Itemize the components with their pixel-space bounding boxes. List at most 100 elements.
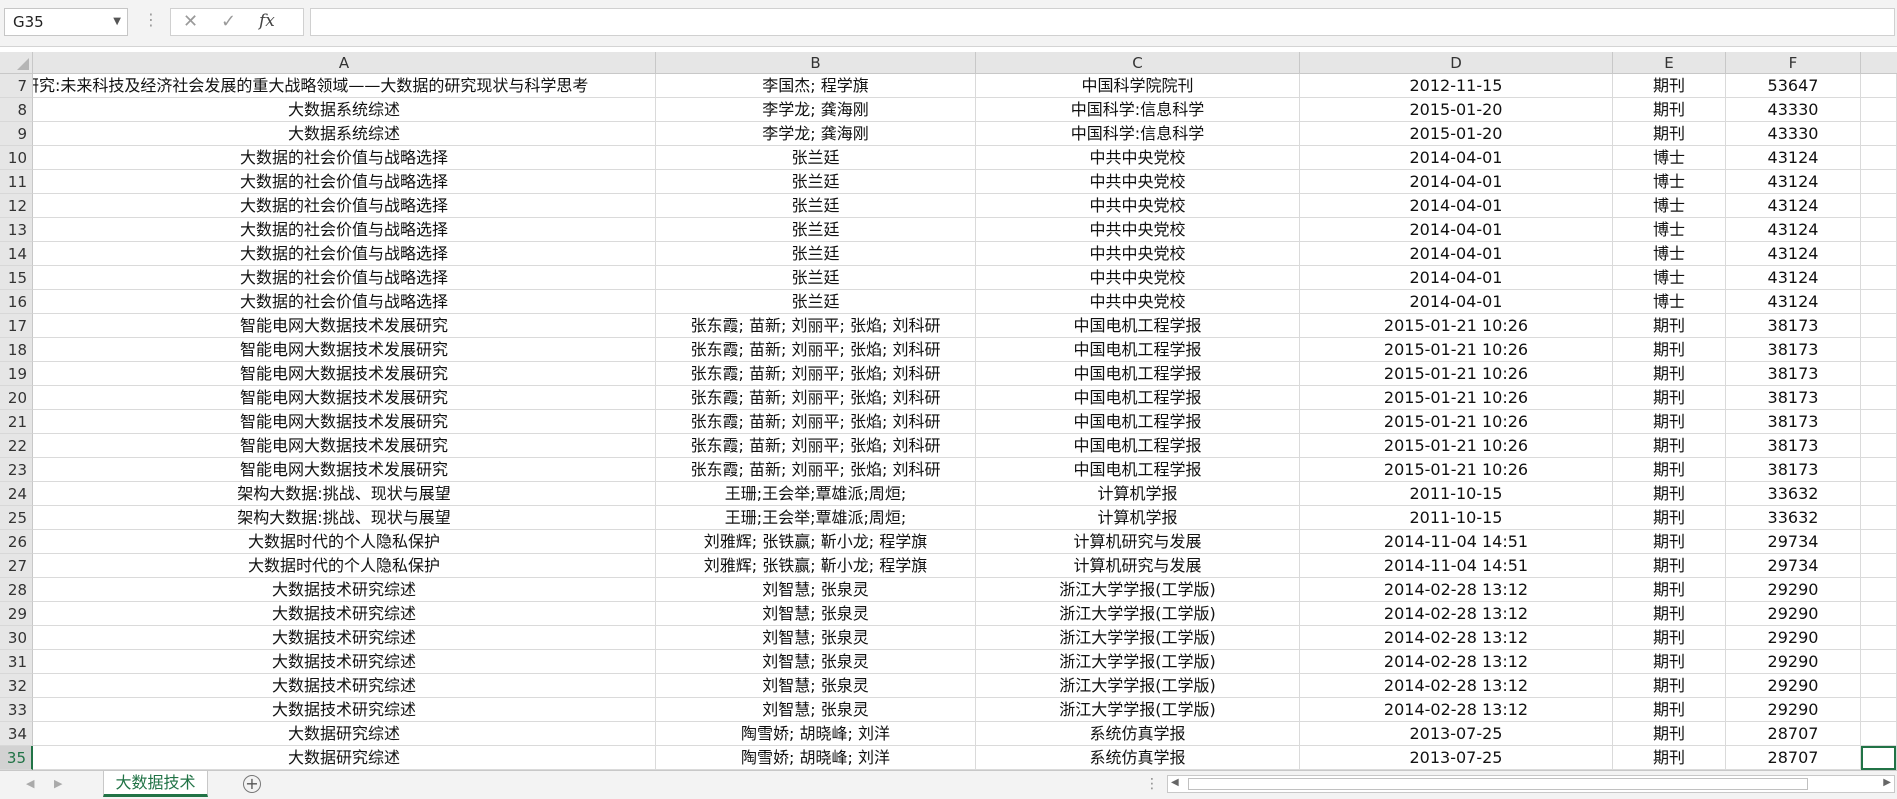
more-options-icon[interactable]: ⋮ — [143, 10, 159, 29]
row-header[interactable]: 20 — [0, 386, 33, 410]
cell-c27[interactable]: 计算机研究与发展 — [976, 554, 1300, 578]
cell-d33[interactable]: 2014-02-28 13:12 — [1300, 698, 1613, 722]
row-header[interactable]: 9 — [0, 122, 33, 146]
cell-e35[interactable]: 期刊 — [1613, 746, 1726, 770]
row-header[interactable]: 29 — [0, 602, 33, 626]
cell-d14[interactable]: 2014-04-01 — [1300, 242, 1613, 266]
cell-c11[interactable]: 中共中央党校 — [976, 170, 1300, 194]
cell-c19[interactable]: 中国电机工程学报 — [976, 362, 1300, 386]
cell-e13[interactable]: 博士 — [1613, 218, 1726, 242]
cell-f8[interactable]: 43330 — [1726, 98, 1861, 122]
cell-b29[interactable]: 刘智慧; 张泉灵 — [656, 602, 976, 626]
cell-a21[interactable]: 智能电网大数据技术发展研究 — [33, 410, 656, 434]
cell-b22[interactable]: 张东霞; 苗新; 刘丽平; 张焰; 刘科研 — [656, 434, 976, 458]
cell-f28[interactable]: 29290 — [1726, 578, 1861, 602]
cell-b9[interactable]: 李学龙; 龚海刚 — [656, 122, 976, 146]
cell-g8[interactable] — [1861, 98, 1897, 122]
cell-c35[interactable]: 系统仿真学报 — [976, 746, 1300, 770]
cell-c30[interactable]: 浙江大学学报(工学版) — [976, 626, 1300, 650]
cell-f27[interactable]: 29734 — [1726, 554, 1861, 578]
cell-f15[interactable]: 43124 — [1726, 266, 1861, 290]
cell-e21[interactable]: 期刊 — [1613, 410, 1726, 434]
cell-e24[interactable]: 期刊 — [1613, 482, 1726, 506]
cell-c28[interactable]: 浙江大学学报(工学版) — [976, 578, 1300, 602]
cell-e26[interactable]: 期刊 — [1613, 530, 1726, 554]
cell-d12[interactable]: 2014-04-01 — [1300, 194, 1613, 218]
column-header-f[interactable]: F — [1726, 52, 1861, 74]
cell-g13[interactable] — [1861, 218, 1897, 242]
cell-a15[interactable]: 大数据的社会价值与战略选择 — [33, 266, 656, 290]
row-header[interactable]: 26 — [0, 530, 33, 554]
cell-c22[interactable]: 中国电机工程学报 — [976, 434, 1300, 458]
scrollbar-thumb[interactable] — [1188, 778, 1808, 790]
sheet-tab-active[interactable]: 大数据技术 — [103, 771, 208, 797]
cell-a12[interactable]: 大数据的社会价值与战略选择 — [33, 194, 656, 218]
cell-a30[interactable]: 大数据技术研究综述 — [33, 626, 656, 650]
row-header[interactable]: 30 — [0, 626, 33, 650]
cell-d16[interactable]: 2014-04-01 — [1300, 290, 1613, 314]
cell-g18[interactable] — [1861, 338, 1897, 362]
cell-e11[interactable]: 博士 — [1613, 170, 1726, 194]
row-header[interactable]: 13 — [0, 218, 33, 242]
cell-a23[interactable]: 智能电网大数据技术发展研究 — [33, 458, 656, 482]
cell-a14[interactable]: 大数据的社会价值与战略选择 — [33, 242, 656, 266]
row-header[interactable]: 32 — [0, 674, 33, 698]
cell-c7[interactable]: 中国科学院院刊 — [976, 74, 1300, 98]
cell-a9[interactable]: 大数据系统综述 — [33, 122, 656, 146]
row-header[interactable]: 14 — [0, 242, 33, 266]
cell-a22[interactable]: 智能电网大数据技术发展研究 — [33, 434, 656, 458]
cell-c26[interactable]: 计算机研究与发展 — [976, 530, 1300, 554]
cell-b34[interactable]: 陶雪娇; 胡晓峰; 刘洋 — [656, 722, 976, 746]
cell-b19[interactable]: 张东霞; 苗新; 刘丽平; 张焰; 刘科研 — [656, 362, 976, 386]
row-header[interactable]: 17 — [0, 314, 33, 338]
cell-f31[interactable]: 29290 — [1726, 650, 1861, 674]
cell-f17[interactable]: 38173 — [1726, 314, 1861, 338]
cell-b15[interactable]: 张兰廷 — [656, 266, 976, 290]
row-header[interactable]: 33 — [0, 698, 33, 722]
cell-e34[interactable]: 期刊 — [1613, 722, 1726, 746]
cell-d24[interactable]: 2011-10-15 — [1300, 482, 1613, 506]
cell-d30[interactable]: 2014-02-28 13:12 — [1300, 626, 1613, 650]
row-header[interactable]: 18 — [0, 338, 33, 362]
cell-d29[interactable]: 2014-02-28 13:12 — [1300, 602, 1613, 626]
cell-f12[interactable]: 43124 — [1726, 194, 1861, 218]
cell-f21[interactable]: 38173 — [1726, 410, 1861, 434]
cell-a19[interactable]: 智能电网大数据技术发展研究 — [33, 362, 656, 386]
cell-f29[interactable]: 29290 — [1726, 602, 1861, 626]
cell-e8[interactable]: 期刊 — [1613, 98, 1726, 122]
cell-b7[interactable]: 李国杰; 程学旗 — [656, 74, 976, 98]
cell-e32[interactable]: 期刊 — [1613, 674, 1726, 698]
cell-c18[interactable]: 中国电机工程学报 — [976, 338, 1300, 362]
cell-a10[interactable]: 大数据的社会价值与战略选择 — [33, 146, 656, 170]
cell-e12[interactable]: 博士 — [1613, 194, 1726, 218]
cell-g15[interactable] — [1861, 266, 1897, 290]
cell-f22[interactable]: 38173 — [1726, 434, 1861, 458]
cell-f34[interactable]: 28707 — [1726, 722, 1861, 746]
horizontal-scrollbar[interactable]: ◀ ▶ — [1167, 775, 1895, 793]
cell-g31[interactable] — [1861, 650, 1897, 674]
cell-g9[interactable] — [1861, 122, 1897, 146]
select-all-corner[interactable] — [0, 52, 33, 74]
cell-a34[interactable]: 大数据研究综述 — [33, 722, 656, 746]
cell-c33[interactable]: 浙江大学学报(工学版) — [976, 698, 1300, 722]
cancel-icon[interactable]: ✕ — [183, 11, 198, 32]
column-header-g[interactable] — [1861, 52, 1897, 74]
cell-b33[interactable]: 刘智慧; 张泉灵 — [656, 698, 976, 722]
cell-a26[interactable]: 大数据时代的个人隐私保护 — [33, 530, 656, 554]
row-header[interactable]: 28 — [0, 578, 33, 602]
cell-a7[interactable]: 大数据研究:未来科技及经济社会发展的重大战略领域——大数据的研究现状与科学思考 — [33, 74, 656, 98]
row-header[interactable]: 21 — [0, 410, 33, 434]
cell-c16[interactable]: 中共中央党校 — [976, 290, 1300, 314]
row-header[interactable]: 19 — [0, 362, 33, 386]
row-header[interactable]: 12 — [0, 194, 33, 218]
cell-f20[interactable]: 38173 — [1726, 386, 1861, 410]
cell-g19[interactable] — [1861, 362, 1897, 386]
cell-f11[interactable]: 43124 — [1726, 170, 1861, 194]
cell-f19[interactable]: 38173 — [1726, 362, 1861, 386]
cell-a8[interactable]: 大数据系统综述 — [33, 98, 656, 122]
cell-f14[interactable]: 43124 — [1726, 242, 1861, 266]
cell-e20[interactable]: 期刊 — [1613, 386, 1726, 410]
cell-d13[interactable]: 2014-04-01 — [1300, 218, 1613, 242]
cell-e16[interactable]: 博士 — [1613, 290, 1726, 314]
cell-g16[interactable] — [1861, 290, 1897, 314]
